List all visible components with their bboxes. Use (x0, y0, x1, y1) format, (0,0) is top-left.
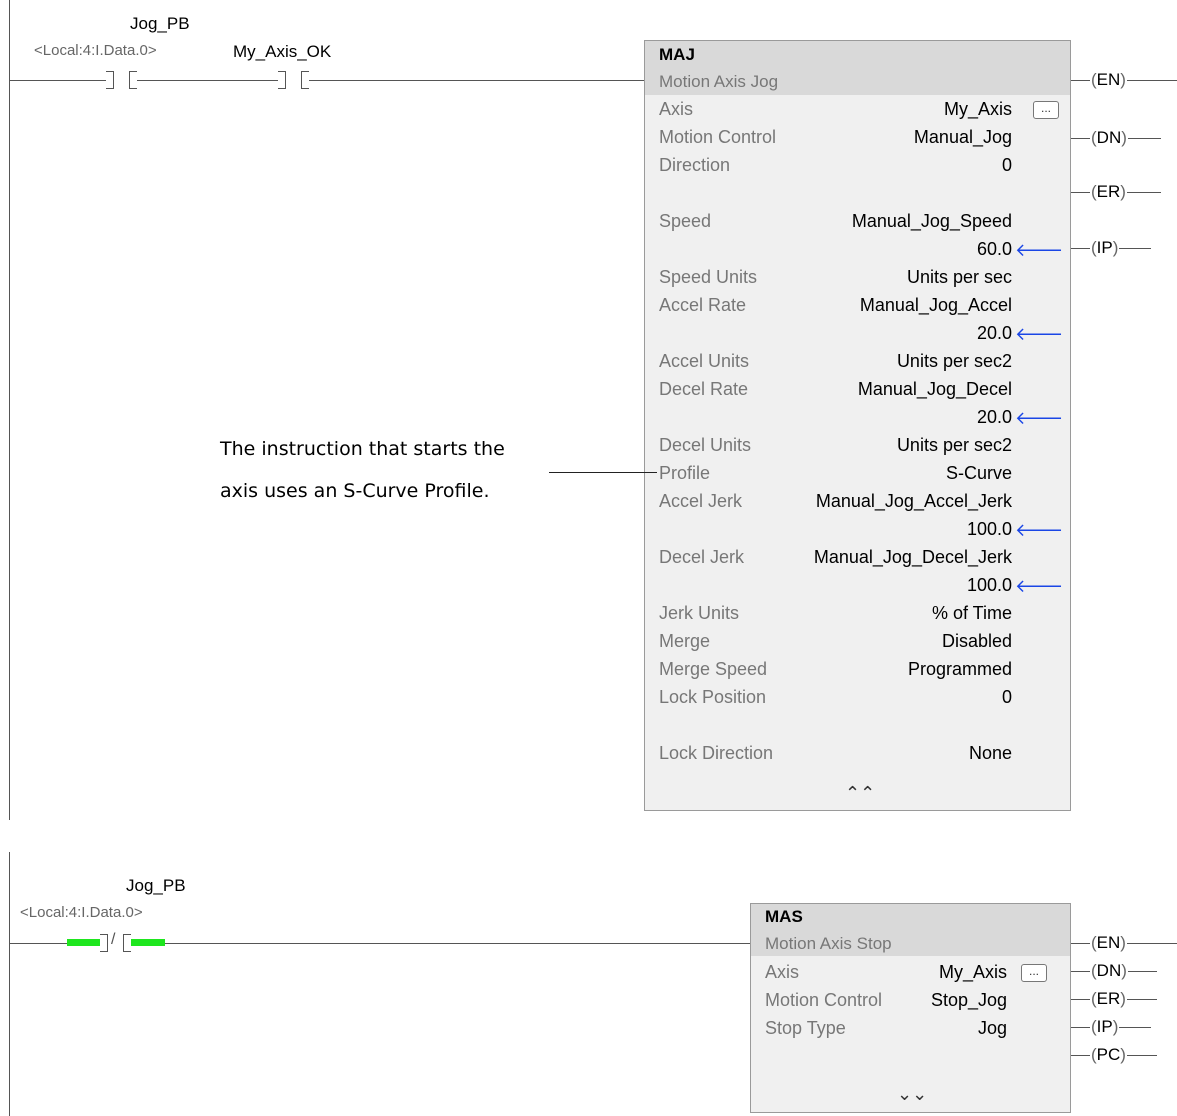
param-decel-rate-live-value: 20.0 (976, 407, 1012, 427)
param-motion-control-label: Motion Control (765, 990, 883, 1010)
double-chevron-up-icon[interactable]: ⌃⌃ (845, 783, 875, 804)
left-arrow-icon: 🡐 (1015, 520, 1064, 540)
param-accel-rate-value[interactable]: Manual_Jog_Accel (860, 295, 1012, 316)
contact-right-bracket (123, 934, 131, 952)
param-accel-rate-live-value: 20.0 (976, 323, 1012, 343)
en-coil-2: (EN) (1090, 933, 1127, 953)
double-chevron-down-icon[interactable]: ⌄⌄ (897, 1084, 927, 1105)
mas-name: Motion Axis Stop (765, 934, 892, 953)
param-motion-control-value[interactable]: Stop_Jog (931, 990, 1007, 1011)
energized-wire-left (67, 939, 101, 946)
param-decel-jerk-live-value: 100.0 (966, 575, 1012, 595)
er-coil-2: (ER) (1090, 989, 1127, 1009)
contact-right-bracket (129, 71, 137, 89)
contact-jog-pb-tag: Jog_PB (130, 14, 190, 33)
normally-closed-slash-icon: / (111, 931, 116, 948)
maj-name: Motion Axis Jog (659, 72, 779, 91)
rung-1-wire (9, 80, 644, 81)
param-direction-value[interactable]: 0 (1002, 155, 1012, 176)
left-power-rail-2 (9, 852, 10, 1116)
param-speed-units-label: Speed Units (659, 267, 758, 287)
param-axis-label: Axis (765, 962, 800, 982)
contact-left-bracket (106, 71, 114, 89)
param-motion-control-value[interactable]: Manual_Jog (914, 127, 1012, 148)
param-lock-direction-label: Lock Direction (659, 743, 774, 763)
param-profile-label: Profile (659, 463, 711, 483)
param-accel-jerk-label: Accel Jerk (659, 491, 743, 511)
contact-jog-pb-address-2: <Local:4:I.Data.0> (20, 904, 143, 921)
param-accel-jerk-live-value: 100.0 (966, 519, 1012, 539)
param-stop-type-value[interactable]: Jog (978, 1018, 1007, 1039)
param-merge-value[interactable]: Disabled (942, 631, 1012, 652)
param-jerk-units-value[interactable]: % of Time (932, 603, 1012, 624)
param-speed-value[interactable]: Manual_Jog_Speed (852, 211, 1012, 232)
annotation-line-2: axis uses an S-Curve Profile. (220, 480, 490, 502)
energized-wire-right (131, 939, 165, 946)
er-coil: (ER) (1090, 182, 1127, 202)
param-merge-speed-value[interactable]: Programmed (908, 659, 1012, 680)
dn-coil: (DN) (1090, 128, 1128, 148)
ip-coil: (IP) (1090, 238, 1120, 258)
param-speed-label: Speed (659, 211, 712, 231)
dn-coil-2: (DN) (1090, 961, 1128, 981)
param-lock-position-value[interactable]: 0 (1002, 687, 1012, 708)
ip-coil-2: (IP) (1090, 1017, 1120, 1037)
contact-jog-pb-tag-2: Jog_PB (126, 876, 186, 895)
param-lock-position-label: Lock Position (659, 687, 767, 707)
param-decel-rate-label: Decel Rate (659, 379, 749, 399)
axis-browse-button[interactable]: ... (1033, 101, 1059, 119)
param-jerk-units-label: Jerk Units (659, 603, 740, 623)
param-decel-rate-value[interactable]: Manual_Jog_Decel (858, 379, 1012, 400)
param-axis-value[interactable]: My_Axis (939, 962, 1007, 983)
en-coil: (EN) (1090, 70, 1127, 90)
contact-left-bracket (100, 934, 108, 952)
contact-gap (286, 71, 301, 89)
maj-instruction-block[interactable]: MAJ Motion Axis Jog Axis My_Axis ... Mot… (644, 40, 1071, 811)
param-stop-type-label: Stop Type (765, 1018, 846, 1038)
annotation-line-1: The instruction that starts the (220, 438, 505, 460)
left-power-rail (9, 0, 10, 820)
contact-left-bracket (278, 71, 286, 89)
contact-my-axis-ok-tag: My_Axis_OK (233, 42, 332, 61)
left-arrow-icon: 🡐 (1015, 576, 1064, 596)
param-speed-live-value: 60.0 (976, 239, 1012, 259)
axis-browse-button[interactable]: ... (1021, 964, 1047, 982)
param-direction-label: Direction (659, 155, 731, 175)
param-axis-label: Axis (659, 99, 694, 119)
param-decel-jerk-label: Decel Jerk (659, 547, 745, 567)
param-motion-control-label: Motion Control (659, 127, 777, 147)
param-decel-units-value[interactable]: Units per sec2 (897, 435, 1012, 456)
param-accel-units-label: Accel Units (659, 351, 750, 371)
left-arrow-icon: 🡐 (1015, 324, 1064, 344)
param-accel-units-value[interactable]: Units per sec2 (897, 351, 1012, 372)
mas-instruction-block[interactable]: MAS Motion Axis Stop Axis My_Axis ... Mo… (750, 903, 1071, 1113)
contact-jog-pb-address: <Local:4:I.Data.0> (34, 42, 157, 59)
left-arrow-icon: 🡐 (1015, 240, 1064, 260)
param-decel-jerk-value[interactable]: Manual_Jog_Decel_Jerk (814, 547, 1012, 568)
maj-mnemonic: MAJ (659, 45, 695, 64)
annotation-leader-line (549, 472, 657, 473)
mas-mnemonic: MAS (765, 907, 803, 926)
param-speed-units-value[interactable]: Units per sec (907, 267, 1012, 288)
param-lock-direction-value[interactable]: None (969, 743, 1012, 764)
contact-right-bracket (301, 71, 309, 89)
param-decel-units-label: Decel Units (659, 435, 752, 455)
param-accel-rate-label: Accel Rate (659, 295, 747, 315)
param-accel-jerk-value[interactable]: Manual_Jog_Accel_Jerk (816, 491, 1012, 512)
param-merge-label: Merge (659, 631, 711, 651)
left-arrow-icon: 🡐 (1015, 408, 1064, 428)
contact-gap (114, 71, 129, 89)
param-axis-value[interactable]: My_Axis (944, 99, 1012, 120)
param-profile-value[interactable]: S-Curve (946, 463, 1012, 484)
param-merge-speed-label: Merge Speed (659, 659, 768, 679)
pc-coil-2: (PC) (1090, 1045, 1127, 1065)
